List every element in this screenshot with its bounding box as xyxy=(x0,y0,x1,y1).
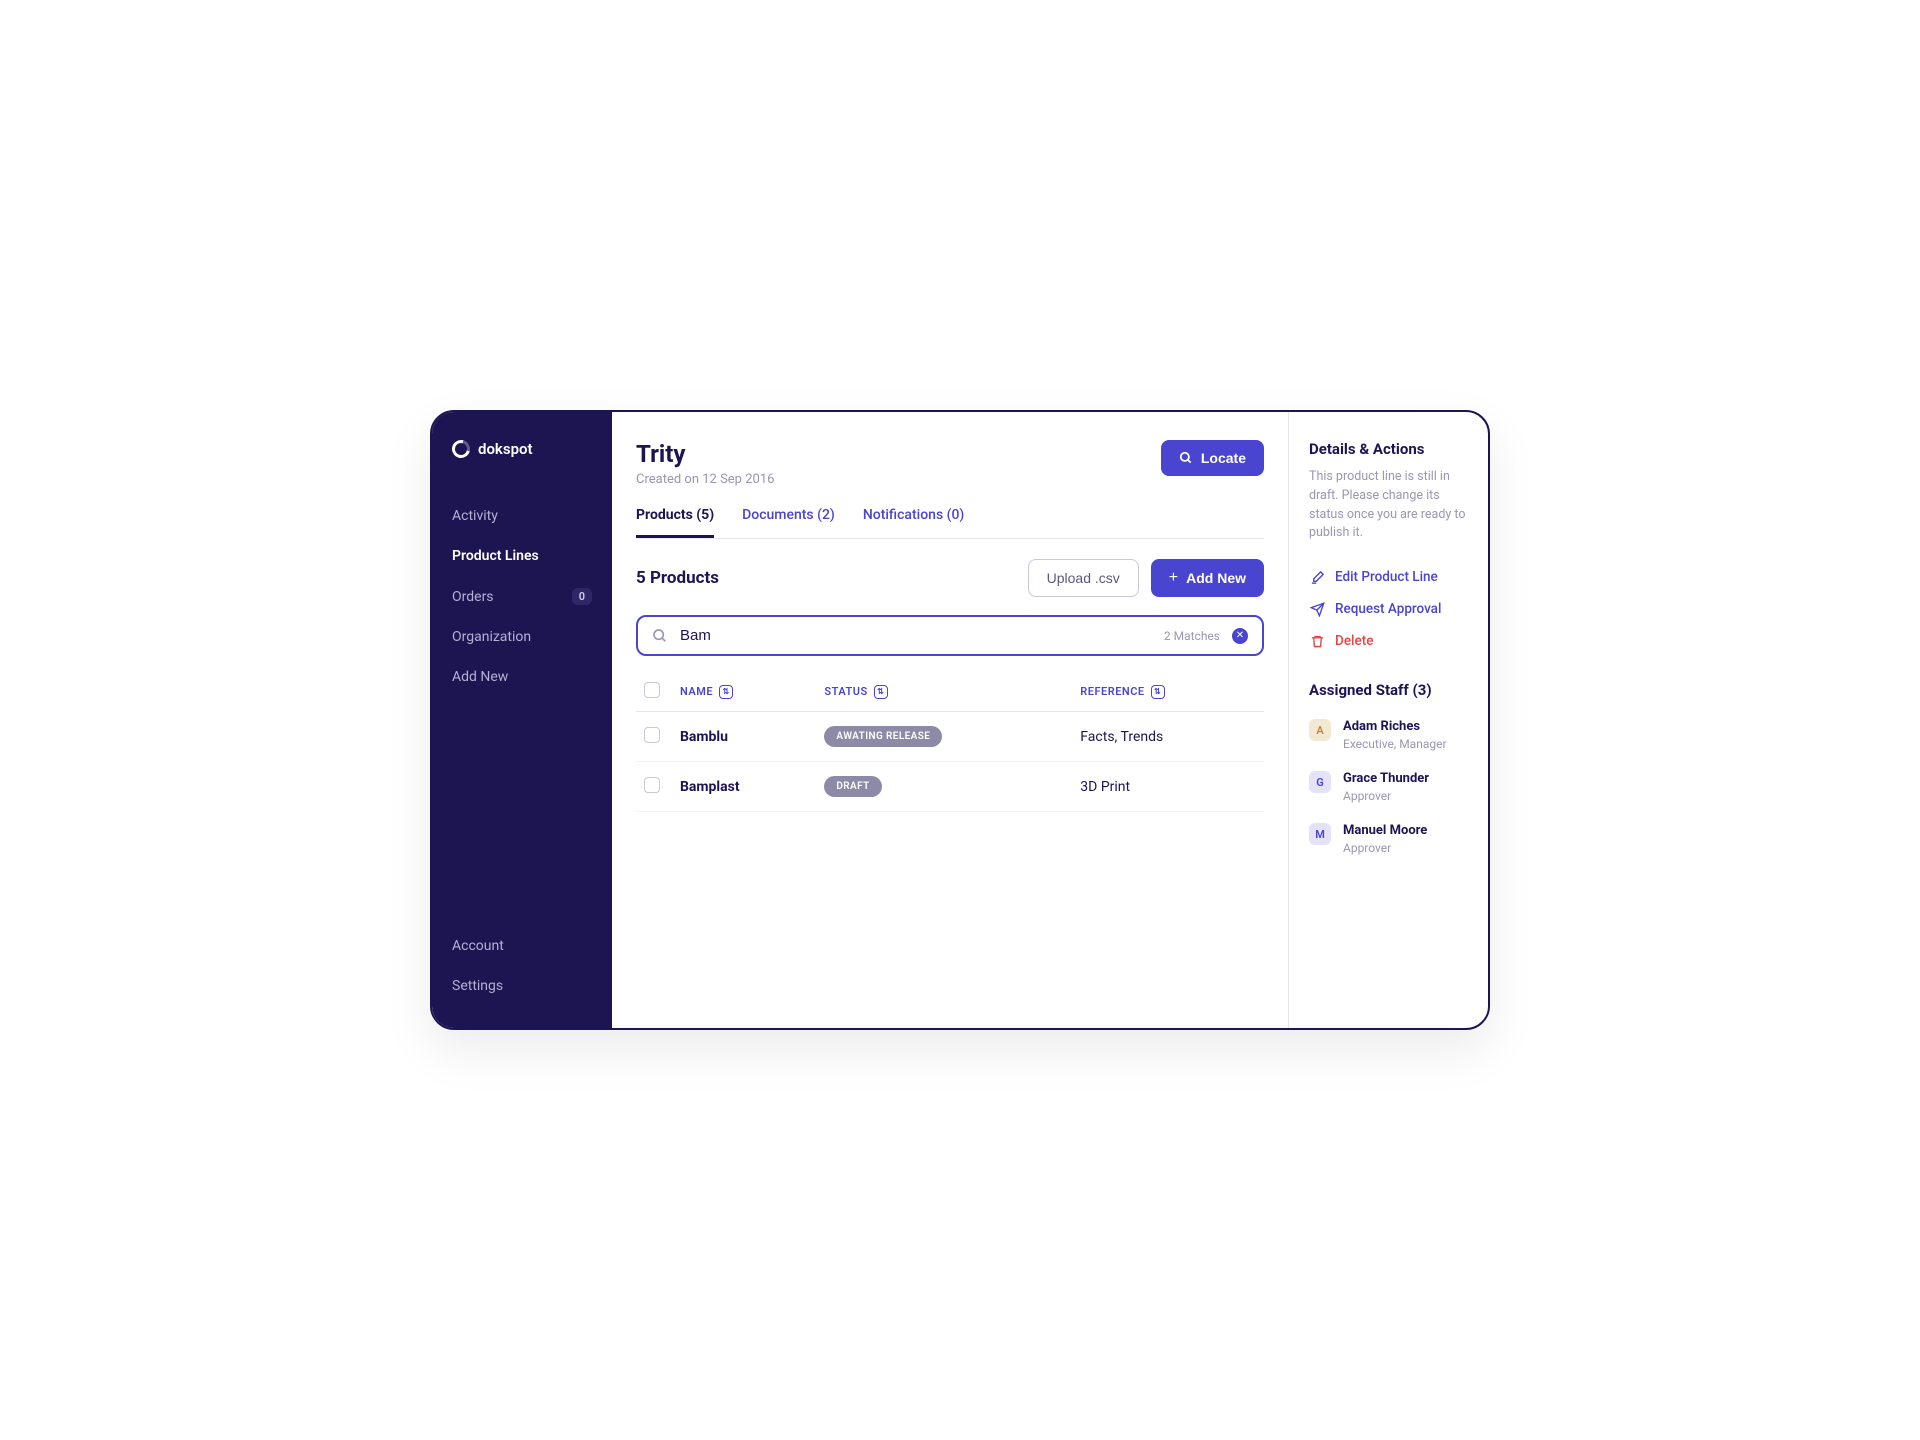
staff-item[interactable]: A Adam Riches Executive, Manager xyxy=(1309,709,1468,761)
edit-product-line-link[interactable]: Edit Product Line xyxy=(1309,561,1468,593)
tab-label: Products (5) xyxy=(636,507,714,523)
staff-item[interactable]: G Grace Thunder Approver xyxy=(1309,761,1468,813)
nav-label: Settings xyxy=(452,978,503,994)
details-text: This product line is still in draft. Ple… xyxy=(1309,468,1468,543)
nav-label: Add New xyxy=(452,669,508,685)
staff-role: Approver xyxy=(1343,789,1429,803)
request-label: Request Approval xyxy=(1335,601,1441,617)
trash-icon xyxy=(1309,634,1325,649)
col-reference[interactable]: REFERENCE xyxy=(1080,685,1144,698)
status-badge: DRAFT xyxy=(824,776,881,797)
sort-icon[interactable]: ⇅ xyxy=(719,685,733,699)
nav-account[interactable]: Account xyxy=(440,928,604,964)
avatar: G xyxy=(1309,771,1331,793)
status-badge: AWATING RELEASE xyxy=(824,726,942,747)
tabs: Products (5) Documents (2) Notifications… xyxy=(636,507,1264,539)
nav-label: Activity xyxy=(452,508,498,524)
details-panel: Details & Actions This product line is s… xyxy=(1288,412,1488,1028)
nav-organization[interactable]: Organization xyxy=(440,619,604,655)
table-row[interactable]: Bamblu AWATING RELEASE Facts, Trends xyxy=(636,712,1264,762)
brand-name: dokspot xyxy=(478,440,533,458)
edit-label: Edit Product Line xyxy=(1335,569,1438,585)
avatar: A xyxy=(1309,719,1331,741)
row-reference: Facts, Trends xyxy=(1072,712,1264,762)
table-row[interactable]: Bamplast DRAFT 3D Print xyxy=(636,762,1264,812)
logo-icon xyxy=(449,437,474,462)
main-nav: Activity Product Lines Orders 0 Organiza… xyxy=(432,498,612,695)
search-input[interactable] xyxy=(680,627,1152,644)
nav-activity[interactable]: Activity xyxy=(440,498,604,534)
locate-button[interactable]: Locate xyxy=(1161,440,1264,476)
section-title: 5 Products xyxy=(636,568,719,588)
page-header: Trity Created on 12 Sep 2016 Locate xyxy=(636,440,1264,487)
nav-label: Organization xyxy=(452,629,531,645)
search-box: 2 Matches ✕ xyxy=(636,615,1264,656)
nav-add-new[interactable]: Add New xyxy=(440,659,604,695)
tab-label: Notifications (0) xyxy=(863,507,965,523)
nav-label: Orders xyxy=(452,589,494,605)
section-header: 5 Products Upload .csv + Add New xyxy=(636,559,1264,597)
col-name[interactable]: NAME xyxy=(680,685,713,698)
upload-csv-button[interactable]: Upload .csv xyxy=(1028,559,1139,597)
edit-icon xyxy=(1309,570,1325,585)
delete-link[interactable]: Delete xyxy=(1309,625,1468,657)
page-title: Trity xyxy=(636,440,774,468)
upload-label: Upload .csv xyxy=(1047,570,1120,586)
staff-role: Approver xyxy=(1343,841,1427,855)
row-name: Bamplast xyxy=(672,762,816,812)
products-table: NAME ⇅ STATUS ⇅ REFERENCE ⇅ Bamblu AWATING … xyxy=(636,672,1264,812)
locate-label: Locate xyxy=(1201,450,1246,466)
add-new-button[interactable]: + Add New xyxy=(1151,559,1264,597)
brand-logo: dokspot xyxy=(432,440,612,498)
nav-orders[interactable]: Orders 0 xyxy=(440,578,604,615)
staff-name: Grace Thunder xyxy=(1343,771,1429,786)
select-all-checkbox[interactable] xyxy=(644,682,660,698)
add-label: Add New xyxy=(1186,570,1246,586)
app-frame: dokspot Activity Product Lines Orders 0 … xyxy=(430,410,1490,1030)
row-reference: 3D Print xyxy=(1072,762,1264,812)
orders-badge: 0 xyxy=(572,588,592,605)
tab-documents[interactable]: Documents (2) xyxy=(742,507,835,538)
tab-label: Documents (2) xyxy=(742,507,835,523)
row-checkbox[interactable] xyxy=(644,777,660,793)
page-subtitle: Created on 12 Sep 2016 xyxy=(636,472,774,487)
nav-product-lines[interactable]: Product Lines xyxy=(440,538,604,574)
clear-search-icon[interactable]: ✕ xyxy=(1232,628,1248,644)
staff-name: Manuel Moore xyxy=(1343,823,1427,838)
send-icon xyxy=(1309,602,1325,617)
main-area: Trity Created on 12 Sep 2016 Locate Prod… xyxy=(612,412,1488,1028)
nav-settings[interactable]: Settings xyxy=(440,968,604,1004)
request-approval-link[interactable]: Request Approval xyxy=(1309,593,1468,625)
details-title: Details & Actions xyxy=(1309,440,1468,458)
plus-icon: + xyxy=(1169,569,1178,587)
staff-title: Assigned Staff (3) xyxy=(1309,681,1468,699)
delete-label: Delete xyxy=(1335,633,1373,649)
search-icon xyxy=(652,628,668,644)
content: Trity Created on 12 Sep 2016 Locate Prod… xyxy=(612,412,1288,1028)
tab-notifications[interactable]: Notifications (0) xyxy=(863,507,965,538)
search-icon xyxy=(1179,451,1193,465)
staff-role: Executive, Manager xyxy=(1343,737,1447,751)
footer-nav: Account Settings xyxy=(432,928,612,1004)
col-status[interactable]: STATUS xyxy=(824,685,867,698)
avatar: M xyxy=(1309,823,1331,845)
tab-products[interactable]: Products (5) xyxy=(636,507,714,538)
row-checkbox[interactable] xyxy=(644,727,660,743)
sort-icon[interactable]: ⇅ xyxy=(874,685,888,699)
sidebar: dokspot Activity Product Lines Orders 0 … xyxy=(432,412,612,1028)
sort-icon[interactable]: ⇅ xyxy=(1151,685,1165,699)
search-match-count: 2 Matches xyxy=(1164,629,1220,643)
nav-label: Account xyxy=(452,938,504,954)
nav-label: Product Lines xyxy=(452,548,539,564)
staff-name: Adam Riches xyxy=(1343,719,1447,734)
row-name: Bamblu xyxy=(672,712,816,762)
staff-item[interactable]: M Manuel Moore Approver xyxy=(1309,813,1468,865)
